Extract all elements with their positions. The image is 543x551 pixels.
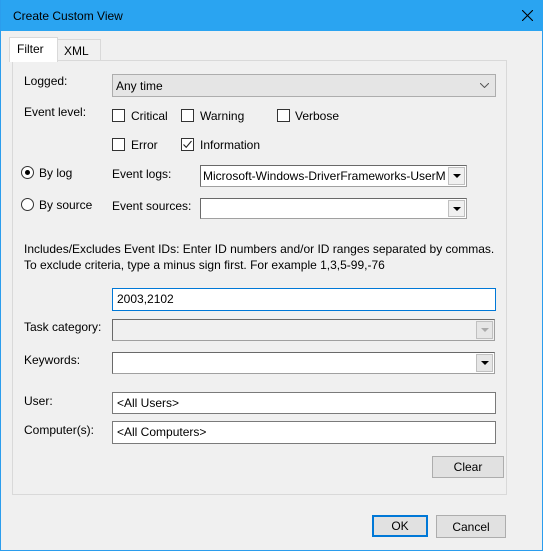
- tab-label: XML: [64, 44, 89, 58]
- event-sources-label: Event sources:: [112, 199, 192, 213]
- create-custom-view-dialog: Create Custom View XML Filter Logged: An…: [0, 0, 543, 551]
- clear-button[interactable]: Clear: [432, 456, 504, 478]
- by-log-radio[interactable]: [21, 166, 34, 179]
- task-category-combo[interactable]: [112, 319, 495, 341]
- by-source-label: By source: [39, 198, 93, 212]
- critical-checkbox[interactable]: [112, 109, 125, 122]
- logged-label: Logged:: [24, 74, 68, 88]
- event-ids-input[interactable]: 2003,2102: [112, 288, 496, 311]
- triangle-down-icon: [480, 328, 489, 332]
- checkmark-icon: [183, 140, 192, 149]
- user-input[interactable]: <All Users>: [112, 392, 496, 414]
- logged-dropdown[interactable]: Any time: [112, 74, 496, 97]
- tab-filter[interactable]: Filter: [9, 37, 58, 62]
- triangle-down-icon: [480, 361, 489, 365]
- close-button[interactable]: [510, 0, 543, 31]
- event-logs-value: Microsoft-Windows-DriverFrameworks-UserM: [203, 169, 446, 183]
- computer-label: Computer(s):: [24, 423, 95, 437]
- dropdown-button[interactable]: [448, 200, 465, 217]
- dropdown-button[interactable]: [476, 321, 493, 339]
- triangle-down-icon: [452, 206, 461, 211]
- event-logs-combo[interactable]: Microsoft-Windows-DriverFrameworks-UserM: [200, 165, 467, 187]
- cancel-button[interactable]: Cancel: [436, 515, 506, 538]
- task-category-label: Task category:: [24, 320, 102, 334]
- computer-input[interactable]: <All Computers>: [112, 421, 496, 444]
- tab-label: Filter: [17, 42, 44, 56]
- title-bar: Create Custom View: [1, 0, 543, 31]
- verbose-checkbox[interactable]: [277, 109, 290, 122]
- logged-value: Any time: [116, 79, 163, 93]
- event-logs-label: Event logs:: [112, 167, 172, 181]
- event-ids-help: Includes/Excludes Event IDs: Enter ID nu…: [24, 242, 495, 272]
- close-icon: [521, 10, 533, 21]
- information-label: Information: [200, 138, 261, 152]
- by-source-radio[interactable]: [21, 198, 34, 211]
- chevron-down-icon: [480, 83, 489, 88]
- event-level-label: Event level:: [24, 105, 87, 119]
- verbose-label: Verbose: [295, 109, 340, 123]
- by-log-label: By log: [39, 166, 73, 180]
- dropdown-button[interactable]: [476, 354, 493, 372]
- triangle-down-icon: [452, 174, 461, 178]
- error-label: Error: [131, 138, 158, 152]
- warning-label: Warning: [200, 109, 245, 123]
- user-label: User:: [24, 394, 53, 408]
- dropdown-button[interactable]: [448, 167, 465, 185]
- error-checkbox[interactable]: [112, 138, 125, 151]
- critical-label: Critical: [131, 109, 168, 123]
- keywords-label: Keywords:: [24, 353, 81, 367]
- warning-checkbox[interactable]: [181, 109, 194, 122]
- keywords-combo[interactable]: [112, 352, 495, 374]
- tab-xml[interactable]: XML: [56, 39, 101, 60]
- window-title: Create Custom View: [13, 9, 123, 23]
- event-sources-combo[interactable]: [200, 198, 467, 219]
- information-checkbox[interactable]: [181, 138, 194, 151]
- ok-button[interactable]: OK: [372, 515, 428, 537]
